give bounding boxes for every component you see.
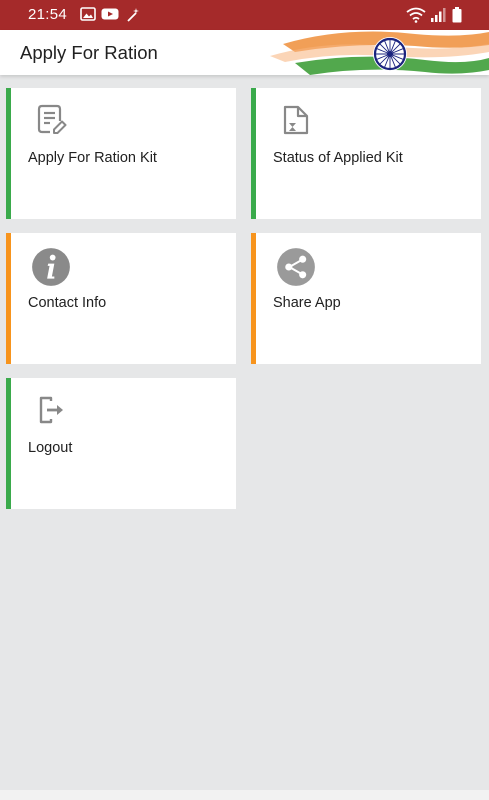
menu-card-apply-ration-kit[interactable]: Apply For Ration Kit [6, 88, 236, 219]
menu-label-contact-info: Contact Info [28, 295, 107, 311]
app-bar: Apply For Ration [0, 30, 489, 75]
wifi-icon [406, 7, 426, 23]
document-hourglass-icon [283, 105, 309, 135]
info-icon [32, 248, 70, 286]
menu-card-status-applied-kit[interactable]: Status of Applied Kit [251, 88, 481, 219]
menu-label-apply-ration-kit: Apply For Ration Kit [28, 150, 157, 166]
edit-document-icon [37, 104, 67, 134]
signal-icon [431, 8, 446, 22]
share-icon [277, 248, 315, 286]
menu-label-status-applied-kit: Status of Applied Kit [273, 150, 403, 166]
menu-card-share-app[interactable]: Share App [251, 233, 481, 364]
logout-icon [39, 396, 63, 424]
bottom-bar [0, 790, 489, 800]
indian-flag-banner [270, 31, 489, 75]
image-icon [80, 7, 96, 21]
menu-label-share-app: Share App [273, 295, 341, 311]
menu-label-logout: Logout [28, 440, 73, 456]
status-bar: 21:54 [0, 0, 489, 30]
menu-card-contact-info[interactable]: Contact Info [6, 233, 236, 364]
status-time: 21:54 [28, 6, 68, 23]
page-title: Apply For Ration [20, 42, 158, 63]
youtube-icon [101, 8, 119, 20]
battery-icon [452, 7, 462, 23]
magic-wand-icon [127, 8, 139, 22]
menu-card-logout[interactable]: Logout [6, 378, 236, 509]
